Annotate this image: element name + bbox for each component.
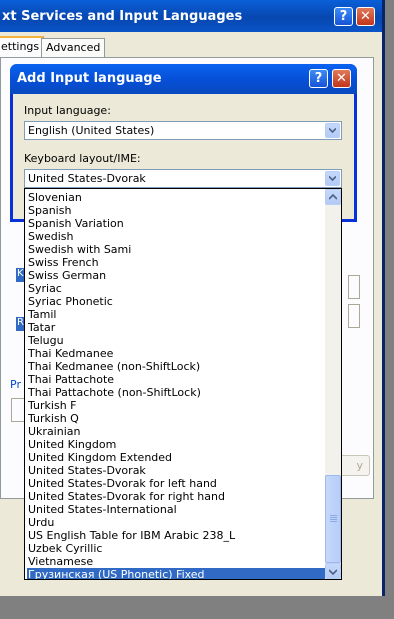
dropdown-item[interactable]: US English Table for IBM Arabic 238_L [27, 529, 326, 542]
dropdown-item[interactable]: Swiss German [27, 269, 326, 282]
thumb-grip-line [330, 521, 337, 522]
keyboard-layout-value: United States-Dvorak [28, 172, 146, 185]
background-add-button[interactable] [348, 275, 360, 299]
dropdown-item[interactable]: Syriac [27, 282, 326, 295]
tab-settings-label: ettings [1, 40, 40, 53]
input-language-label: Input language: [24, 104, 111, 117]
dropdown-item[interactable]: United Kingdom [27, 438, 326, 451]
dialog-title-bar: Add Input language ? ✕ [10, 64, 357, 94]
dropdown-scrollbar[interactable] [325, 189, 341, 579]
dropdown-item[interactable]: United States-Dvorak [27, 464, 326, 477]
keyboard-layout-dropdown-list[interactable]: Slovenian Spanish Spanish Variation Swedish… [24, 188, 342, 580]
dropdown-item[interactable]: Swedish [27, 230, 326, 243]
dialog-close-button[interactable]: ✕ [332, 69, 351, 88]
tab-settings[interactable]: ettings [0, 36, 45, 59]
dropdown-item[interactable]: Ukrainian [27, 425, 326, 438]
input-language-select[interactable]: English (United States) [24, 121, 342, 140]
tab-advanced[interactable]: Advanced [41, 38, 106, 57]
input-language-dropdown-button[interactable] [325, 123, 340, 138]
keyboard-layout-label: Keyboard layout/IME: [24, 152, 141, 165]
dialog-title: Add Input language [17, 71, 162, 86]
input-language-value: English (United States) [28, 124, 155, 137]
dropdown-item[interactable]: Thai Pattachote (non-ShiftLock) [27, 386, 326, 399]
dropdown-item[interactable]: United States-Dvorak for left hand [27, 477, 326, 490]
dialog-help-button[interactable]: ? [309, 69, 328, 88]
scroll-down-button[interactable] [325, 563, 341, 579]
dropdown-item[interactable]: Telugu [27, 334, 326, 347]
side-letter-r: R [17, 317, 24, 328]
keyboard-layout-select[interactable]: United States-Dvorak [24, 169, 342, 188]
dropdown-item[interactable]: Tatar [27, 321, 326, 334]
dropdown-item[interactable]: Грузинская (US Phonetic) Fixed [27, 568, 326, 579]
dropdown-item[interactable]: Vietnamese [27, 555, 326, 568]
dropdown-item[interactable]: Urdu [27, 516, 326, 529]
thumb-grip-line [330, 519, 337, 520]
dropdown-item[interactable]: Swedish with Sami [27, 243, 326, 256]
keyboard-layout-dropdown-button[interactable] [325, 171, 340, 186]
side-letter-k: K [17, 268, 24, 279]
dropdown-item[interactable]: Spanish Variation [27, 217, 326, 230]
background-window-title: xt Services and Input Languages [2, 9, 243, 24]
background-remove-button[interactable] [348, 304, 360, 328]
chevron-up-icon [329, 194, 337, 200]
chevron-down-icon [329, 569, 337, 575]
dropdown-item[interactable]: Slovenian [27, 191, 326, 204]
dropdown-item[interactable]: Spanish [27, 204, 326, 217]
scroll-up-button[interactable] [325, 189, 341, 205]
thumb-grip-line [330, 515, 337, 516]
background-help-button[interactable]: ? [334, 7, 353, 26]
dropdown-item[interactable]: United States-Dvorak for right hand [27, 490, 326, 503]
dropdown-item[interactable]: Thai Kedmanee [27, 347, 326, 360]
dropdown-item[interactable]: Swiss French [27, 256, 326, 269]
dropdown-item[interactable]: Thai Kedmanee (non-ShiftLock) [27, 360, 326, 373]
dropdown-item[interactable]: Thai Pattachote [27, 373, 326, 386]
dropdown-item[interactable]: Syriac Phonetic [27, 295, 326, 308]
chevron-down-icon [329, 175, 336, 182]
thumb-grip-line [330, 517, 337, 518]
background-close-button[interactable]: ✕ [356, 7, 375, 26]
scrollbar-thumb[interactable] [325, 475, 341, 563]
dropdown-item[interactable]: Turkish Q [27, 412, 326, 425]
preferences-group-label: Pr [10, 378, 21, 391]
tab-advanced-label: Advanced [46, 41, 101, 54]
chevron-down-icon [329, 127, 336, 134]
dropdown-item[interactable]: United Kingdom Extended [27, 451, 326, 464]
background-title-bar: xt Services and Input Languages ? ✕ [0, 0, 382, 32]
dropdown-item[interactable]: Tamil [27, 308, 326, 321]
dropdown-item[interactable]: United States-International [27, 503, 326, 516]
dropdown-item[interactable]: Uzbek Cyrillic [27, 542, 326, 555]
dropdown-item[interactable]: Turkish F [27, 399, 326, 412]
